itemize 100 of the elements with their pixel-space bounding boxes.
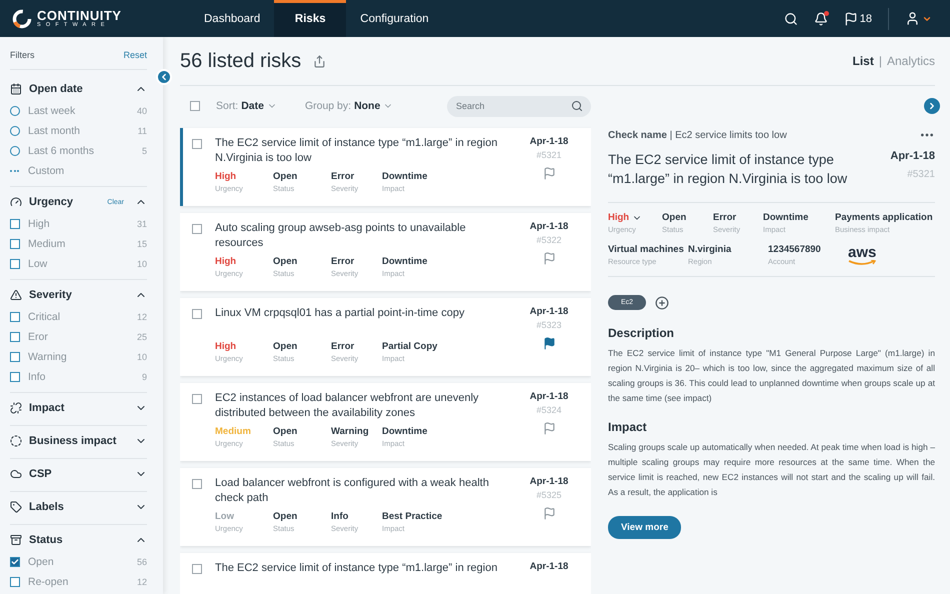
field-value: Open	[273, 341, 298, 352]
flag-icon[interactable]	[542, 167, 556, 180]
flag-counter[interactable]: 18	[844, 12, 872, 26]
radio-button[interactable]	[10, 146, 20, 156]
field-value: Warning	[331, 426, 370, 437]
option-count: 11	[138, 126, 147, 136]
field-value: Medium	[215, 426, 252, 437]
view-more-button[interactable]: View more	[608, 516, 682, 539]
checkbox[interactable]	[10, 352, 20, 362]
field-value: High	[215, 341, 238, 352]
filter-group-header[interactable]: CSP	[10, 462, 147, 486]
field-value: Virtual machines	[608, 244, 685, 255]
checkbox[interactable]	[192, 309, 202, 319]
collapse-button[interactable]	[156, 69, 172, 85]
filter-group-header[interactable]: Open date	[10, 77, 147, 101]
field-value: 1234567890	[768, 244, 822, 255]
checkbox[interactable]	[10, 372, 20, 382]
check-name: Check name | Ec2 service limits too low	[608, 130, 788, 140]
field-value: Downtime	[382, 256, 428, 267]
select-all-checkbox[interactable]	[190, 101, 200, 111]
option-label: High	[28, 218, 51, 230]
option-count: 10	[136, 259, 147, 269]
user-menu[interactable]	[905, 11, 932, 26]
filter-group-header[interactable]: Severity	[10, 283, 147, 307]
section-text: Scaling groups scale up automatically when needed. At peak time when load is high – multiple scaling groups may require more resources at the same time. When the service limit is reached, new EC2 instances will not start and the scaling up will fail. As a result, the application is	[608, 441, 935, 499]
option-label: Last month	[28, 125, 81, 137]
risk-id: #5323	[536, 320, 562, 330]
option-label: Last 6 months	[28, 145, 95, 157]
risk-date: Apr-1-18	[890, 150, 935, 162]
risk-title: Auto scaling group awseb-asg points to unavailable resources	[215, 221, 467, 251]
risk-id: #5322	[536, 235, 562, 245]
filter-group-header[interactable]: Impact	[10, 396, 147, 420]
checkbox[interactable]	[10, 239, 20, 249]
nav-tab[interactable]: Risks	[274, 0, 346, 37]
filter-group-header[interactable]: Status	[10, 528, 147, 552]
checkbox[interactable]	[192, 394, 202, 404]
field-value: Error	[331, 171, 356, 182]
flag-icon[interactable]	[542, 337, 556, 350]
checkbox[interactable]	[192, 479, 202, 489]
risk-id: #5325	[536, 490, 562, 500]
detail-title: The EC2 service limit of instance type “m1.large” in region N.Virginia is too low	[608, 151, 848, 188]
option-label: Custom	[28, 165, 66, 177]
radio-button[interactable]	[10, 106, 20, 116]
reset-link[interactable]: Reset	[123, 50, 147, 60]
checkbox[interactable]	[192, 139, 202, 149]
risk-title: Load balancer webfront is configured with a weak health check path	[215, 476, 490, 506]
option-label: Eror	[28, 331, 49, 343]
flag-icon[interactable]	[542, 252, 556, 265]
group-dropdown[interactable]: Group by: None	[304, 100, 394, 112]
section-text: The EC2 service limit of instance type "M1 General Purpose Large" (m1.large) in region N.Virginia is 20– which is too low, since the aggregated maximum size of all scaling groups is 36. This could lead to unplanned downtime when groups scale up at the same time (see impact)	[608, 347, 935, 405]
search-icon[interactable]	[784, 12, 798, 26]
checkbox[interactable]	[10, 312, 20, 322]
checkbox[interactable]	[10, 219, 20, 229]
risk-title: The EC2 service limit of instance type “m1.large” in region	[215, 561, 498, 576]
option-label: Warning	[28, 351, 68, 363]
risk-id: #5324	[536, 405, 562, 415]
option-count: 5	[142, 146, 147, 156]
field-value[interactable]: High	[608, 212, 662, 223]
field-value: Open	[273, 511, 298, 522]
checkbox[interactable]	[192, 224, 202, 234]
field-value: Open	[662, 212, 688, 223]
search-field[interactable]: Search	[447, 96, 591, 116]
flag-icon[interactable]	[542, 422, 556, 435]
option-count: 12	[136, 577, 147, 587]
field-value: Open	[273, 171, 298, 182]
checkbox[interactable]	[10, 259, 20, 269]
view-separator: |	[878, 54, 882, 68]
checkbox[interactable]	[192, 564, 202, 574]
field-value: Payments application	[835, 212, 934, 223]
sort-dropdown[interactable]: Sort: Date	[216, 100, 277, 112]
field-value: High	[215, 171, 238, 182]
field-value: Best Practice	[382, 511, 444, 522]
risk-id: #5321	[907, 169, 935, 180]
radio-button[interactable]	[10, 126, 20, 136]
risk-date: Apr-1-18	[530, 476, 568, 487]
checkbox[interactable]	[10, 557, 20, 567]
risk-date: Apr-1-18	[530, 561, 568, 572]
flag-icon[interactable]	[542, 507, 556, 520]
broken-link-icon	[10, 402, 22, 414]
add-icon[interactable]	[655, 296, 670, 310]
nav-tab[interactable]: Configuration	[346, 0, 443, 37]
option-label: Low	[28, 258, 48, 270]
filter-group-header[interactable]: Labels	[10, 495, 147, 519]
page-title: 56 listed risks	[180, 50, 302, 72]
field-value: Downtime	[763, 212, 810, 223]
view-tab[interactable]: List	[852, 54, 874, 68]
next-button[interactable]	[924, 98, 940, 114]
checkbox[interactable]	[10, 577, 20, 587]
risk-card[interactable]: The EC2 service limit of instance type “m1.large” in region Apr-1-18	[180, 553, 591, 594]
share-icon[interactable]	[313, 54, 326, 68]
search-icon[interactable]	[571, 100, 583, 112]
nav-tab[interactable]: Dashboard	[190, 0, 274, 37]
option-label: Re-open	[28, 576, 70, 588]
option-count: 25	[136, 332, 147, 342]
checkbox[interactable]	[10, 332, 20, 342]
field-value: High	[215, 256, 238, 267]
risk-title: The EC2 service limit of instance type “m1.large” in region N.Virginia is too low	[215, 136, 498, 166]
filter-group-header[interactable]: Business impact	[10, 429, 147, 453]
risk-date: Apr-1-18	[530, 306, 568, 317]
bell-icon[interactable]	[814, 12, 828, 26]
